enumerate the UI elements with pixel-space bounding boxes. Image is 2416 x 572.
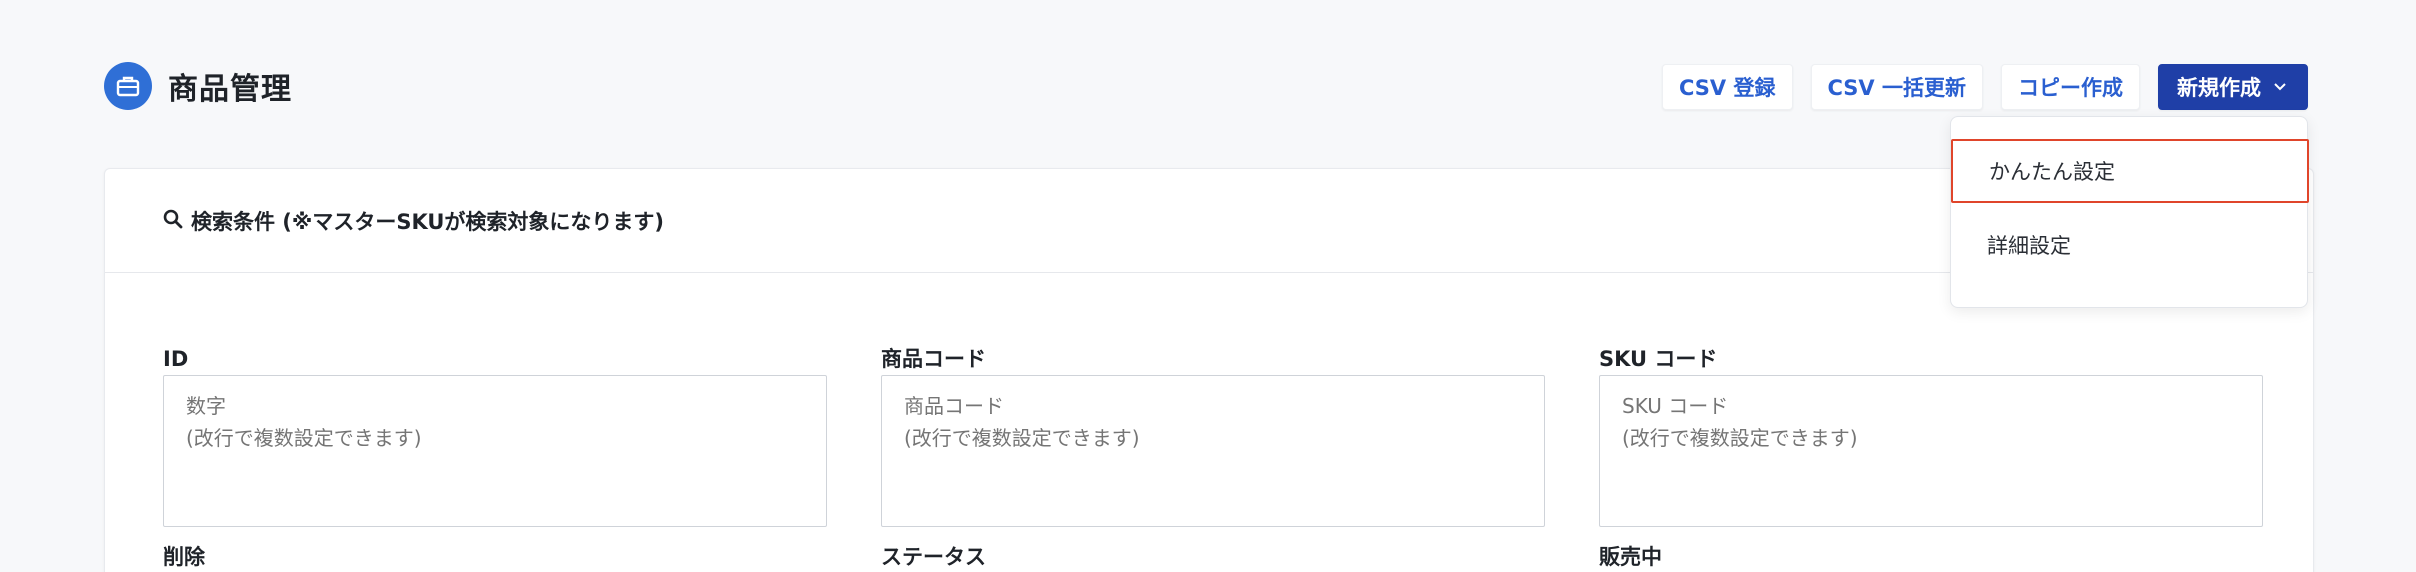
csv-bulk-update-button[interactable]: CSV 一括更新 xyxy=(1810,64,1983,110)
product-code-field-group: 商品コード xyxy=(881,345,1545,527)
new-create-label: 新規作成 xyxy=(2177,76,2261,100)
search-fields: ID 商品コード SKU コード xyxy=(163,345,2263,527)
page-title: 商品管理 xyxy=(168,72,292,107)
briefcase-icon xyxy=(104,62,152,110)
deleted-label: 削除 xyxy=(163,545,205,569)
chevron-down-icon xyxy=(2273,82,2287,92)
product-management-page: 商品管理 CSV 登録 CSV 一括更新 コピー作成 新規作成 検索条件 (※マ… xyxy=(0,0,2416,572)
new-create-button[interactable]: 新規作成 xyxy=(2158,64,2308,110)
id-field-group: ID xyxy=(163,345,827,527)
search-conditions-title: 検索条件 (※マスターSKUが検索対象になります) xyxy=(191,209,665,234)
product-code-input[interactable] xyxy=(881,375,1545,527)
search-icon xyxy=(163,209,183,233)
status-label: ステータス xyxy=(881,545,986,569)
page-header: 商品管理 xyxy=(104,62,292,110)
id-label: ID xyxy=(163,347,189,371)
sku-code-label: SKU コード xyxy=(1599,347,1718,371)
copy-create-button[interactable]: コピー作成 xyxy=(2001,64,2140,110)
sku-code-input[interactable] xyxy=(1599,375,2263,527)
csv-register-button[interactable]: CSV 登録 xyxy=(1662,64,1793,110)
new-create-dropdown-menu: かんたん設定 詳細設定 xyxy=(1950,116,2309,308)
search-fields-row2: 削除 ステータス 販売中 xyxy=(163,543,2263,571)
menu-item-detailed-setup[interactable]: 詳細設定 xyxy=(1951,213,2309,277)
on-sale-label: 販売中 xyxy=(1599,545,1662,569)
product-code-label: 商品コード xyxy=(881,347,986,371)
menu-item-simple-setup[interactable]: かんたん設定 xyxy=(1951,139,2309,203)
header-actions: CSV 登録 CSV 一括更新 コピー作成 新規作成 xyxy=(1662,64,2308,110)
sku-code-field-group: SKU コード xyxy=(1599,345,2263,527)
id-input[interactable] xyxy=(163,375,827,527)
